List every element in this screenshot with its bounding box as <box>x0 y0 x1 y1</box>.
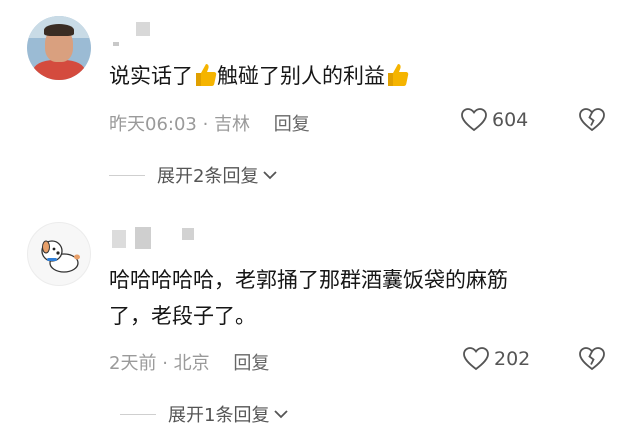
separator-dot: · <box>202 114 215 135</box>
comment-text: 说实话了 触碰了别人的利益 <box>109 58 409 94</box>
expand-replies[interactable]: 展开1条回复 <box>120 401 289 427</box>
separator-dot: · <box>162 353 174 374</box>
divider-line <box>109 174 145 176</box>
thumbs-up-emoji-icon <box>196 64 217 86</box>
avatar[interactable] <box>27 222 91 286</box>
username-redacted <box>112 230 126 248</box>
like-count: 604 <box>492 108 529 131</box>
reply-button[interactable]: 回复 <box>233 353 269 374</box>
comment-text-line: 哈哈哈哈哈，老郭捅了那群酒囊饭袋的麻筋 <box>109 268 508 292</box>
username-redacted <box>136 22 150 36</box>
comment-time: 昨天06:03 <box>109 114 197 135</box>
comment-location: 吉林 <box>214 114 251 135</box>
like-count: 202 <box>494 347 531 370</box>
cartoon-dog-avatar-icon <box>41 240 80 273</box>
chevron-down-icon <box>263 171 278 180</box>
broken-heart-icon[interactable] <box>578 107 606 132</box>
username-redacted <box>113 42 119 46</box>
thumbs-up-emoji-icon <box>388 64 409 86</box>
expand-replies-label: 展开2条回复 <box>157 166 259 187</box>
username-redacted <box>182 228 194 240</box>
comment-meta: 2天前 · 北京 回复 <box>109 349 269 375</box>
like-button[interactable]: 604 <box>460 107 528 132</box>
avatar[interactable] <box>27 16 91 80</box>
comment-text: 哈哈哈哈哈，老郭捅了那群酒囊饭袋的麻筋 了，老段子了。 <box>109 262 508 334</box>
divider-line <box>120 413 156 415</box>
comment-text-line: 了，老段子了。 <box>109 304 256 328</box>
comment-meta: 昨天06:03 · 吉林 回复 <box>109 110 310 136</box>
username-redacted <box>135 227 151 249</box>
expand-replies[interactable]: 展开2条回复 <box>109 162 278 188</box>
expand-replies-label: 展开1条回复 <box>168 405 270 426</box>
like-button[interactable]: 202 <box>462 346 530 371</box>
chevron-down-icon <box>274 410 289 419</box>
reply-button[interactable]: 回复 <box>274 114 310 135</box>
comment-time: 2天前 <box>109 353 157 374</box>
comment-location: 北京 <box>173 353 210 374</box>
heart-icon <box>463 347 489 371</box>
heart-icon <box>461 108 487 132</box>
broken-heart-icon[interactable] <box>578 346 606 371</box>
